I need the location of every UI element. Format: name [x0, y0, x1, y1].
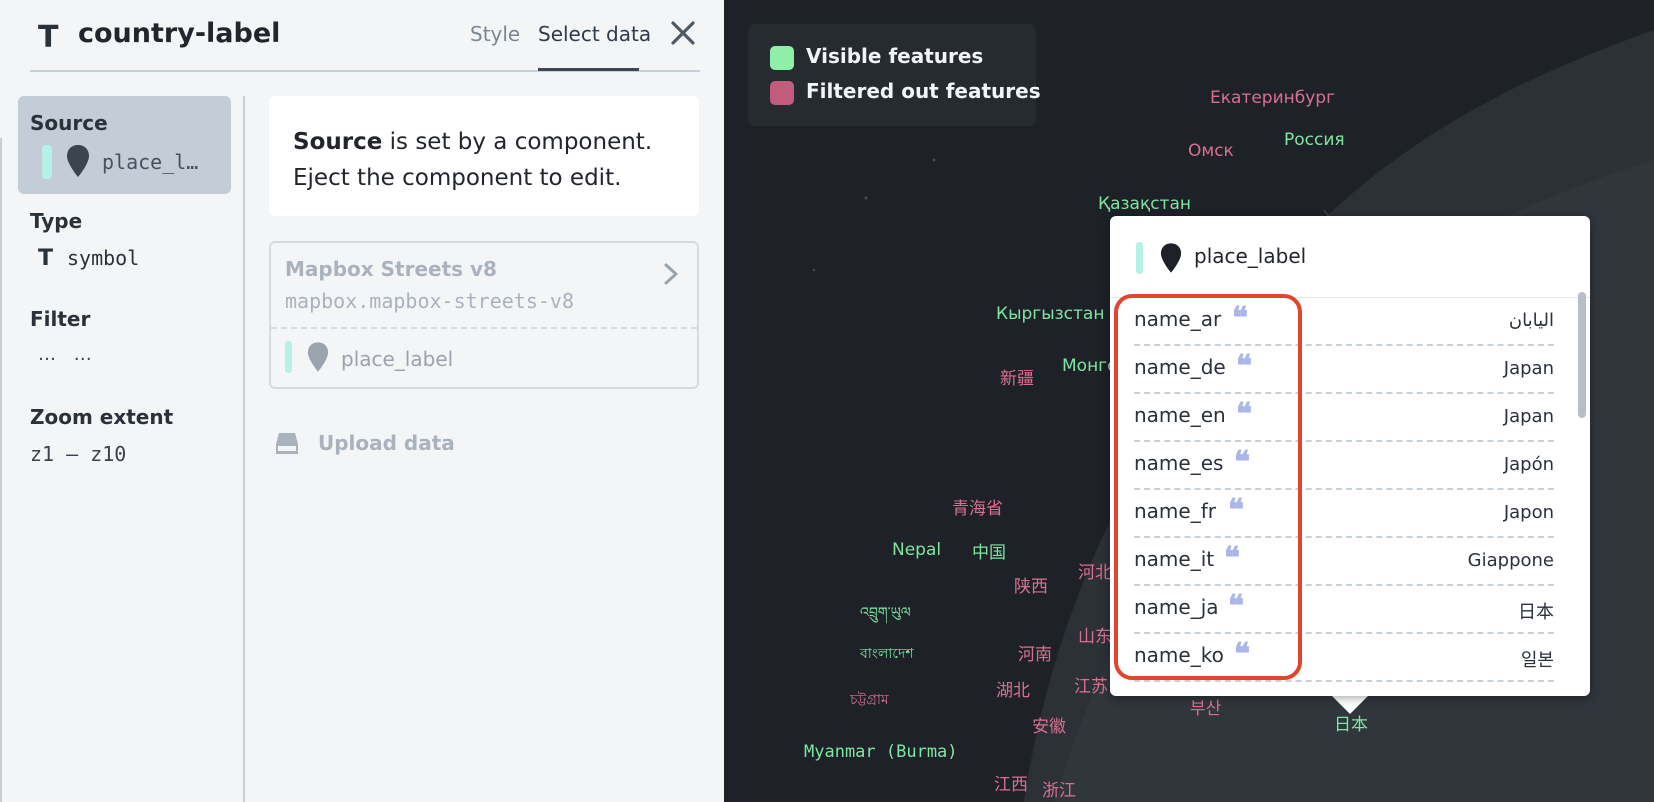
- dataset-layer-name[interactable]: place_label: [341, 347, 453, 371]
- map-pin-icon: [1160, 243, 1182, 273]
- layer-editor-panel: T country-label Style Select data Source…: [0, 0, 724, 802]
- legend-label-visible: Visible features: [806, 44, 984, 68]
- text-type-icon: T: [38, 246, 54, 271]
- map-label: বাংলাদেশ: [860, 646, 914, 662]
- close-icon[interactable]: [666, 16, 700, 50]
- layer-color-tag: [1136, 242, 1143, 274]
- tab-select-data[interactable]: Select data: [538, 22, 651, 46]
- property-value: 日本: [1518, 602, 1554, 623]
- filter-label: Filter: [30, 307, 91, 331]
- property-value: Japón: [1503, 454, 1554, 475]
- type-label: Type: [30, 209, 83, 233]
- property-value: Giappone: [1467, 550, 1554, 571]
- legend-swatch-filtered: [770, 81, 794, 105]
- zoom-extent-label: Zoom extent: [30, 405, 174, 429]
- map-label: 陕西: [1014, 577, 1048, 597]
- map-label: 新疆: [1000, 369, 1034, 389]
- popup-title: place_label: [1194, 244, 1307, 268]
- active-tab-indicator: [538, 68, 639, 71]
- source-label: Source: [30, 111, 108, 135]
- map-label: Myanmar (Burma): [804, 742, 958, 762]
- source-value: place_l…: [102, 150, 199, 174]
- source-summary[interactable]: Source place_l…: [18, 96, 231, 194]
- property-value: Japan: [1503, 406, 1554, 427]
- popup-pointer: [1330, 694, 1370, 714]
- dataset-title: Mapbox Streets v8: [285, 257, 497, 281]
- map-label: Қазақстан: [1098, 194, 1191, 214]
- notice-text-line1: is set by a component.: [382, 129, 653, 155]
- legend-label-filtered: Filtered out features: [806, 79, 1041, 103]
- dataset-separator: [271, 327, 697, 329]
- map-label: 부산: [1190, 699, 1222, 719]
- map-label: 青海省: [952, 499, 1003, 519]
- map-label: 江苏: [1074, 677, 1108, 697]
- dataset-card[interactable]: Mapbox Streets v8 mapbox.mapbox-streets-…: [269, 241, 699, 389]
- map-legend: Visible features Filtered out features: [748, 24, 1041, 126]
- popup-scrollbar[interactable]: [1578, 292, 1586, 418]
- tab-style[interactable]: Style: [470, 22, 520, 46]
- zoom-extent-value[interactable]: z1 – z10: [30, 442, 126, 466]
- map-label: 山东: [1078, 627, 1112, 647]
- map-label: 江西: [994, 775, 1028, 795]
- storage-icon: [276, 433, 298, 454]
- map-label: འབྲུག་ཡུལ: [860, 605, 911, 621]
- dataset-id: mapbox.mapbox-streets-v8: [285, 289, 574, 313]
- filter-value[interactable]: … …: [38, 344, 98, 365]
- map-pin-icon: [307, 342, 329, 372]
- map-label: 河北: [1078, 563, 1112, 583]
- property-value: اليابان: [1508, 310, 1554, 331]
- map-label: 浙江: [1042, 781, 1076, 801]
- type-value-row: Tsymbol: [38, 246, 139, 271]
- map-label: Nepal: [892, 540, 942, 560]
- chevron-right-icon[interactable]: [659, 259, 683, 289]
- map-label: 河南: [1018, 645, 1052, 665]
- component-source-notice: Source is set by a component. Eject the …: [269, 96, 699, 216]
- map-label: Омск: [1188, 141, 1234, 161]
- layer-color-tag: [285, 341, 292, 373]
- text-layer-icon: T: [38, 20, 59, 55]
- map-label: Россия: [1284, 130, 1345, 150]
- notice-bold: Source: [293, 129, 383, 155]
- panel-edge: [0, 138, 6, 802]
- source-color-tag: [42, 145, 52, 179]
- popup-header: place_label: [1110, 216, 1590, 298]
- map-pin-icon: [67, 145, 89, 177]
- map-label: Кыргызстан: [996, 304, 1105, 324]
- property-value: Japan: [1503, 358, 1554, 379]
- map-label: 安徽: [1032, 717, 1066, 737]
- layer-title[interactable]: country-label: [78, 18, 280, 49]
- panel-header: T country-label Style Select data: [30, 0, 700, 72]
- legend-swatch-visible: [770, 46, 794, 70]
- column-divider: [243, 96, 245, 802]
- map-label: 中国: [972, 543, 1006, 563]
- property-value: 일본: [1520, 650, 1554, 671]
- upload-data-label: Upload data: [318, 431, 455, 455]
- highlight-outline: [1114, 294, 1302, 680]
- property-value: Japon: [1503, 502, 1554, 523]
- map-label: Екатеринбург: [1210, 88, 1336, 108]
- map-label: 湖北: [996, 681, 1030, 701]
- map-label: চট্টগ্রাম: [850, 692, 889, 708]
- notice-text-line2: Eject the component to edit.: [293, 165, 622, 191]
- type-value: symbol: [67, 246, 140, 270]
